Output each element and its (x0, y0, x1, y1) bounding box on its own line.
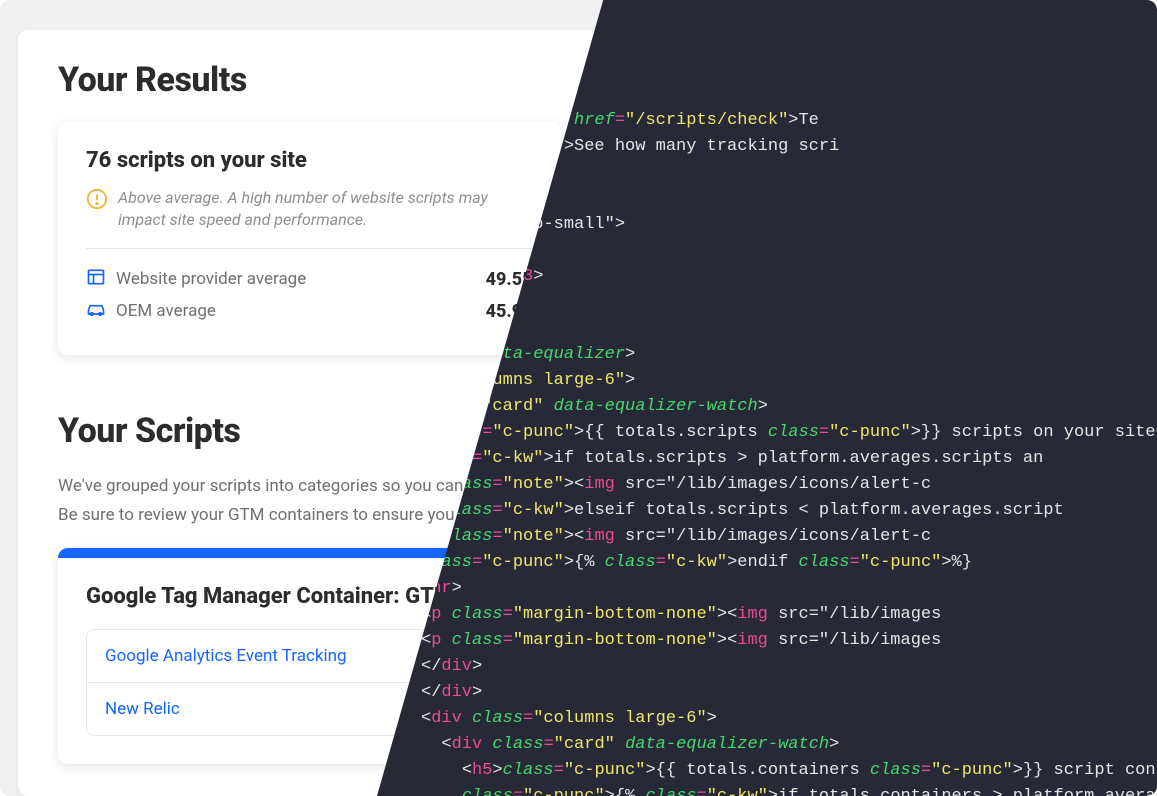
gtm-container-card: Google Tag Manager Container: GTM-1234 G… (58, 548, 1099, 764)
scripts-count-heading: 76 scripts on your site (86, 148, 533, 173)
scripts-intro-line2: Be sure to review your GTM containers to… (58, 502, 1099, 529)
containers-count-card: 3 script c Websit (597, 122, 1100, 355)
stat-label: Website provider average (116, 269, 476, 289)
stat-row-oem: OEM a (625, 263, 1072, 295)
divider (86, 248, 533, 249)
gtm-heading: Google Tag Manager Container: GTM-1234 (86, 584, 1071, 609)
stat-row-provider: Websit (625, 231, 1072, 263)
scripts-intro-line1: We've grouped your scripts into categori… (58, 473, 1099, 500)
results-title: Your Results (58, 60, 1099, 100)
containers-count-heading: 3 script c (625, 148, 1072, 173)
stat-label: OEM average (116, 301, 476, 321)
scripts-title: Your Scripts (58, 411, 1099, 451)
car-icon (86, 299, 106, 323)
stat-label: Websit (655, 237, 1072, 257)
stat-value: 49.55 (486, 269, 533, 290)
gtm-script-list: Google Analytics Event Tracking New Reli… (86, 629, 1071, 736)
list-item[interactable]: New Relic (87, 682, 1070, 735)
car-icon (625, 267, 645, 291)
report-panel: Your Results 76 scripts on your site Abo… (18, 30, 1139, 796)
stat-value: 45.99 (486, 301, 533, 322)
stat-row-oem: OEM average 45.99 (86, 295, 533, 327)
list-item[interactable]: Google Analytics Event Tracking (87, 630, 1070, 682)
scripts-count-card: 76 scripts on your site Above average. A… (58, 122, 561, 355)
gtm-accent-bar (58, 548, 1099, 558)
scripts-note: Above average. A high number of website … (86, 187, 533, 230)
scripts-note-text: Above average. A high number of website … (118, 187, 533, 230)
alert-circle-icon (86, 188, 108, 216)
scripts-intro: We've grouped your scripts into categori… (58, 473, 1099, 529)
stat-label: OEM a (655, 269, 1072, 289)
scripts-section: Your Scripts We've grouped your scripts … (58, 411, 1099, 763)
layout-icon (625, 235, 645, 259)
stat-row-provider: Website provider average 49.55 (86, 263, 533, 295)
results-row: 76 scripts on your site Above average. A… (58, 122, 1099, 355)
layout-icon (86, 267, 106, 291)
